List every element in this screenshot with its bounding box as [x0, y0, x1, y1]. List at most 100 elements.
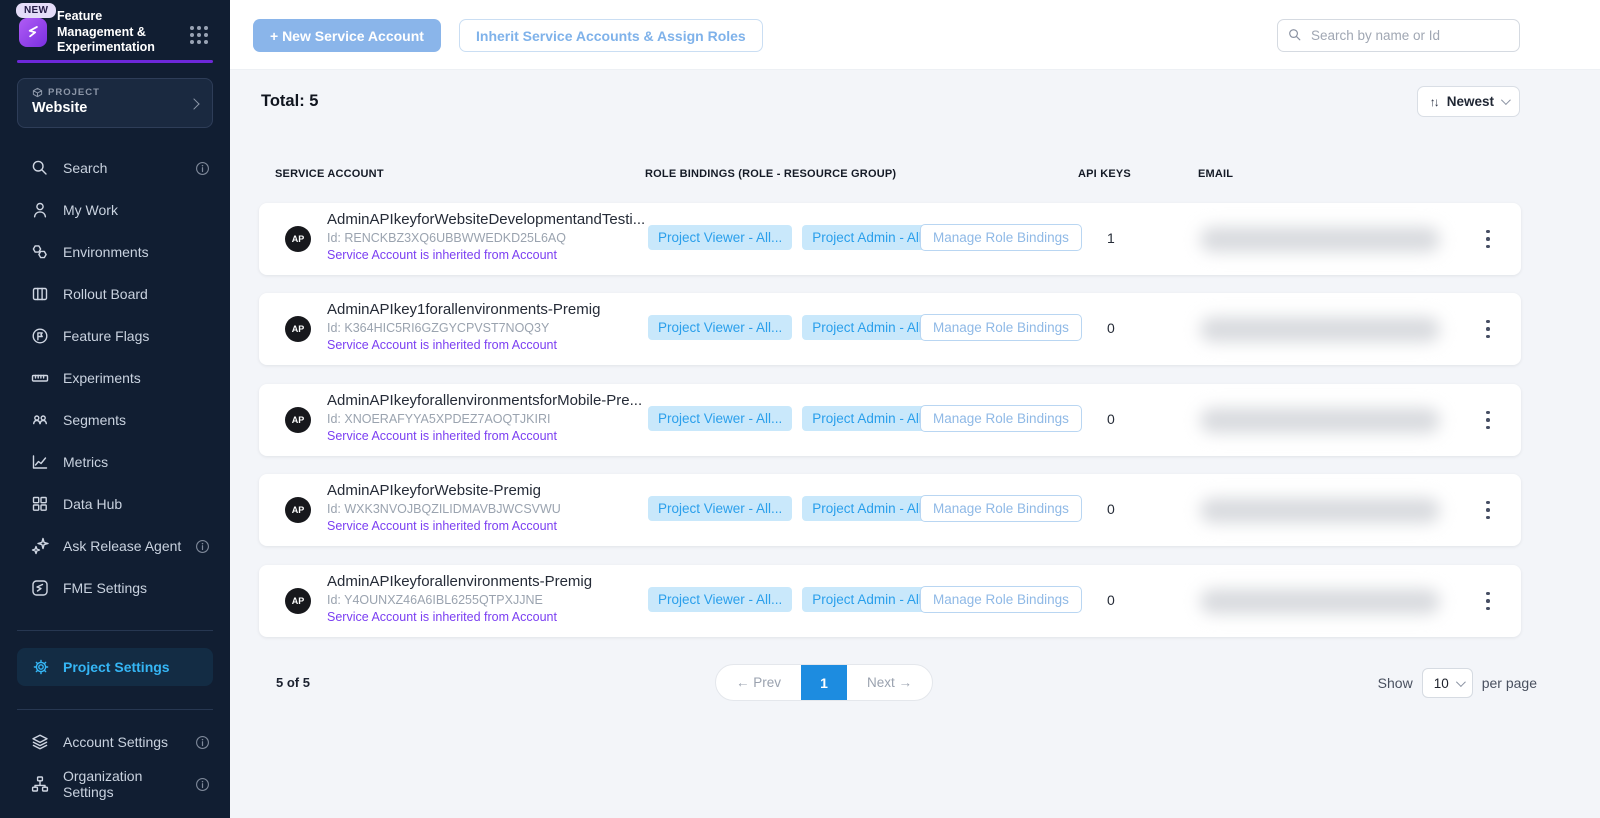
- column-role-bindings: ROLE BINDINGS (ROLE - RESOURCE GROUP): [645, 168, 896, 180]
- people-icon: [30, 410, 50, 430]
- manage-role-bindings-button[interactable]: Manage Role Bindings: [920, 405, 1082, 432]
- next-page-button[interactable]: Next →: [847, 665, 932, 700]
- grid-squares-icon: [30, 494, 50, 514]
- role-binding-chip[interactable]: Project Viewer - All...: [648, 587, 792, 612]
- manage-role-bindings-button[interactable]: Manage Role Bindings: [920, 586, 1082, 613]
- role-binding-chip[interactable]: Project Viewer - All...: [648, 406, 792, 431]
- project-selector[interactable]: PROJECT Website: [17, 78, 213, 128]
- sidebar-item-rollout-board[interactable]: Rollout Board: [0, 273, 230, 315]
- sidebar-item-feature-flags[interactable]: Feature Flags: [0, 315, 230, 357]
- sidebar-item-label: Experiments: [63, 370, 141, 386]
- brand-underline: [17, 60, 213, 63]
- main-content: + New Service Account Inherit Service Ac…: [230, 0, 1600, 818]
- current-page[interactable]: 1: [801, 665, 847, 700]
- manage-role-bindings-button[interactable]: Manage Role Bindings: [920, 224, 1082, 251]
- info-icon[interactable]: [195, 161, 210, 176]
- sidebar-item-label: My Work: [63, 202, 118, 218]
- sidebar-item-label: Organization Settings: [63, 768, 195, 800]
- divider: [17, 630, 213, 631]
- row-menu-icon[interactable]: [1479, 316, 1497, 342]
- sidebar-item-label: Rollout Board: [63, 286, 148, 302]
- info-icon[interactable]: [195, 777, 210, 792]
- page-toolbar: + New Service Account Inherit Service Ac…: [230, 0, 1600, 70]
- ruler-icon: [30, 368, 50, 388]
- api-keys-count: 0: [1107, 320, 1115, 336]
- sort-dropdown[interactable]: ↑↓ Newest: [1417, 86, 1520, 117]
- sidebar-item-search[interactable]: Search: [0, 147, 230, 189]
- row-menu-icon[interactable]: [1479, 497, 1497, 523]
- sidebar-item-data-hub[interactable]: Data Hub: [0, 483, 230, 525]
- new-service-account-button[interactable]: + New Service Account: [253, 19, 441, 52]
- project-name: Website: [32, 100, 200, 116]
- avatar: AP: [285, 588, 311, 614]
- inherited-note: Service Account is inherited from Accoun…: [327, 610, 557, 624]
- sidebar-item-label: Search: [63, 160, 107, 176]
- service-account-id: Id: Y4OUNXZ46A6IBL6255QTPXJJNE: [327, 593, 543, 607]
- column-api-keys: API KEYS: [1078, 168, 1131, 180]
- sidebar-nav: Search My Work Environments Rollout Boar…: [0, 147, 230, 609]
- service-account-id: Id: XNOERAFYYA5XPDEZ7AOQTJKIRI: [327, 412, 550, 426]
- row-menu-icon[interactable]: [1479, 588, 1497, 614]
- prev-page-button[interactable]: ← Prev: [716, 665, 801, 700]
- fme-settings-icon: [30, 578, 50, 598]
- sidebar-item-label: Project Settings: [63, 659, 170, 675]
- role-binding-chip[interactable]: Project Viewer - All...: [648, 225, 792, 250]
- sidebar-item-label: Feature Flags: [63, 328, 149, 344]
- role-binding-chip[interactable]: Project Viewer - All...: [648, 315, 792, 340]
- info-icon[interactable]: [195, 735, 210, 750]
- sidebar-item-segments[interactable]: Segments: [0, 399, 230, 441]
- layers-icon: [30, 732, 50, 752]
- api-keys-count: 0: [1107, 592, 1115, 608]
- email-redacted: [1200, 589, 1440, 614]
- info-icon[interactable]: [195, 539, 210, 554]
- service-account-id: Id: RENCKBZ3XQ6UBBWWEDKD25L6AQ: [327, 231, 566, 245]
- row-menu-icon[interactable]: [1479, 226, 1497, 252]
- sidebar-item-environments[interactable]: Environments: [0, 231, 230, 273]
- service-account-name: AdminAPIkeyforallenvironmentsforMobile-P…: [327, 392, 642, 409]
- sidebar-item-label: Metrics: [63, 454, 108, 470]
- hexagons-icon: [30, 242, 50, 262]
- fme-logo-icon: [19, 18, 47, 47]
- search-input[interactable]: [1277, 19, 1520, 52]
- chevron-down-icon: [1456, 677, 1466, 687]
- page-size-value: 10: [1434, 676, 1449, 691]
- show-label: Show: [1378, 675, 1413, 691]
- role-binding-chip[interactable]: Project Viewer - All...: [648, 496, 792, 521]
- sidebar-item-metrics[interactable]: Metrics: [0, 441, 230, 483]
- sidebar-item-experiments[interactable]: Experiments: [0, 357, 230, 399]
- page-size-select[interactable]: 10: [1422, 668, 1473, 698]
- inherited-note: Service Account is inherited from Accoun…: [327, 338, 557, 352]
- sort-value: Newest: [1447, 94, 1494, 109]
- sidebar-item-label: Data Hub: [63, 496, 122, 512]
- pagination: 5 of 5 ← Prev 1 Next → Show 10 per page: [230, 663, 1600, 703]
- service-account-id: Id: WXK3NVOJBQZILIDMAVBJWCSVWU: [327, 502, 561, 516]
- row-count: 5 of 5: [276, 675, 310, 690]
- service-account-id: Id: K364HIC5RI6GZGYCPVST7NOQ3Y: [327, 321, 549, 335]
- sidebar-item-fme-settings[interactable]: FME Settings: [0, 567, 230, 609]
- new-badge: NEW: [16, 3, 56, 18]
- avatar: AP: [285, 497, 311, 523]
- sidebar-item-organization-settings[interactable]: Organization Settings: [0, 763, 230, 805]
- sidebar-item-label: Environments: [63, 244, 149, 260]
- inherited-note: Service Account is inherited from Accoun…: [327, 248, 557, 262]
- inherited-note: Service Account is inherited from Accoun…: [327, 519, 557, 533]
- sidebar-item-label: Ask Release Agent: [63, 538, 181, 554]
- table-row: AP AdminAPIkey1forallenvironments-Premig…: [259, 293, 1521, 365]
- manage-role-bindings-button[interactable]: Manage Role Bindings: [920, 495, 1082, 522]
- board-columns-icon: [30, 284, 50, 304]
- chart-line-icon: [30, 452, 50, 472]
- table-row: AP AdminAPIkeyforWebsite-Premig Id: WXK3…: [259, 474, 1521, 546]
- manage-role-bindings-button[interactable]: Manage Role Bindings: [920, 314, 1082, 341]
- pager: ← Prev 1 Next →: [715, 664, 933, 701]
- sidebar-item-ask-release-agent[interactable]: Ask Release Agent: [0, 525, 230, 567]
- sidebar-item-my-work[interactable]: My Work: [0, 189, 230, 231]
- app-switcher-icon[interactable]: [190, 26, 208, 44]
- inherit-service-accounts-button[interactable]: Inherit Service Accounts & Assign Roles: [459, 19, 763, 52]
- app-window: NEW Feature Management & Experimentation…: [0, 0, 1600, 818]
- sidebar-item-project-settings[interactable]: Project Settings: [17, 648, 213, 686]
- row-menu-icon[interactable]: [1479, 407, 1497, 433]
- email-redacted: [1200, 498, 1440, 523]
- sidebar-item-account-settings[interactable]: Account Settings: [0, 721, 230, 763]
- chevron-down-icon: [1501, 95, 1511, 105]
- sidebar-item-label: Account Settings: [63, 734, 168, 750]
